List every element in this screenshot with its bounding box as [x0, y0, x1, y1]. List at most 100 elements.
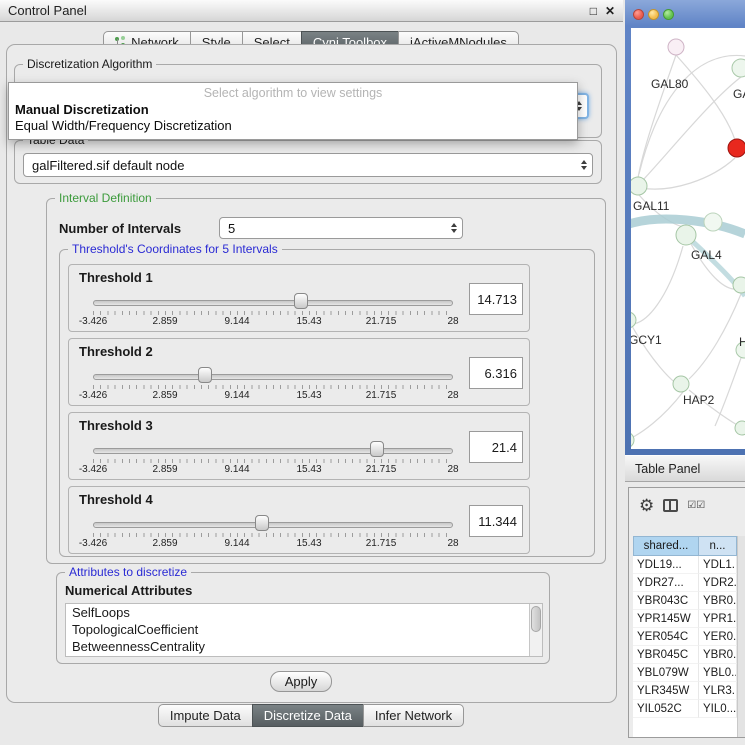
- slider-scale-label: 9.144: [224, 390, 249, 401]
- slider-scale-label: 21.715: [366, 390, 397, 401]
- minimize-traffic-icon[interactable]: [648, 9, 659, 20]
- table-scrollbar[interactable]: [737, 536, 745, 737]
- slider-thumb[interactable]: [370, 441, 384, 457]
- zoom-traffic-icon[interactable]: [663, 9, 674, 20]
- slider-ticks: [93, 385, 453, 389]
- threshold-slider[interactable]: -3.4262.8599.14415.4321.71528: [93, 413, 453, 481]
- table-cell: YBL0...: [699, 664, 737, 682]
- slider-thumb[interactable]: [255, 515, 269, 531]
- number-of-intervals-select[interactable]: 5: [219, 217, 463, 239]
- table-data-group: Table Data galFiltered.sif default node: [14, 140, 602, 184]
- tab-impute-data[interactable]: Impute Data: [158, 704, 253, 727]
- slider-scale-label: 15.43: [296, 538, 321, 549]
- network-node: [631, 312, 636, 328]
- slider-track: [93, 522, 453, 528]
- table-cell: YPR145W: [633, 610, 699, 628]
- slider-thumb[interactable]: [294, 293, 308, 309]
- threshold-box: Threshold 1-3.4262.8599.14415.4321.71528…: [68, 264, 530, 332]
- network-node-red: [728, 139, 745, 157]
- slider-thumb[interactable]: [198, 367, 212, 383]
- table-row[interactable]: YER054CYER0...: [633, 628, 737, 646]
- table-row[interactable]: YBR043CYBR0...: [633, 592, 737, 610]
- dropdown-option-manual-discretization[interactable]: Manual Discretization: [9, 102, 577, 118]
- slider-scale-label: 21.715: [366, 316, 397, 327]
- number-of-intervals-label: Number of Intervals: [59, 221, 181, 236]
- column-view-icon[interactable]: [663, 499, 678, 512]
- network-node: [733, 277, 745, 293]
- network-nodes[interactable]: [631, 39, 745, 448]
- slider-scale-label: 2.859: [152, 538, 177, 549]
- network-node: [735, 421, 745, 435]
- slider-scale-label: 15.43: [296, 464, 321, 475]
- window-controls: □ ✕: [590, 0, 615, 22]
- threshold-value-field[interactable]: 21.4: [469, 431, 523, 463]
- threshold-value-field[interactable]: 14.713: [469, 283, 523, 315]
- table-row[interactable]: YLR345WYLR3...: [633, 682, 737, 700]
- threshold-value-field[interactable]: 6.316: [469, 357, 523, 389]
- slider-scale-label: 9.144: [224, 538, 249, 549]
- slider-scale-label: 21.715: [366, 464, 397, 475]
- apply-button[interactable]: Apply: [270, 671, 332, 692]
- numerical-attributes-list[interactable]: SelfLoopsTopologicalCoefficientBetweenne…: [65, 603, 543, 657]
- slider-scale-label: 2.859: [152, 316, 177, 327]
- table-cell: YER054C: [633, 628, 699, 646]
- float-window-icon[interactable]: □: [590, 1, 597, 22]
- table-header-shared-name[interactable]: shared...: [633, 536, 699, 556]
- table-panel-window: ⚙ ☑☑ shared... n... YDL19...YDL1...YDR27…: [628, 487, 745, 738]
- number-of-intervals-value: 5: [228, 221, 235, 236]
- list-scrollbar-thumb[interactable]: [531, 606, 541, 632]
- table-row[interactable]: YPR145WYPR1...: [633, 610, 737, 628]
- table-cell: YBR043C: [633, 592, 699, 610]
- tab-label: Discretize Data: [264, 708, 352, 723]
- network-node: [673, 376, 689, 392]
- table-header-row: shared... n...: [633, 536, 737, 556]
- slider-ticks: [93, 311, 453, 315]
- window-title: Control Panel: [8, 3, 87, 18]
- attributes-group: Attributes to discretize Numerical Attri…: [56, 572, 550, 664]
- slider-scale-label: 15.43: [296, 390, 321, 401]
- slider-ticks: [93, 459, 453, 463]
- slider-scale-label: -3.426: [79, 464, 107, 475]
- table-cell: YBL079W: [633, 664, 699, 682]
- threshold-value-field[interactable]: 11.344: [469, 505, 523, 537]
- network-view-window: GAL80 GAL11 GAL4 GCY1 HAP2 GA H: [625, 0, 745, 455]
- gear-icon[interactable]: ⚙: [639, 497, 654, 514]
- close-window-icon[interactable]: ✕: [605, 1, 615, 22]
- select-columns-icon[interactable]: ☑☑: [687, 500, 705, 511]
- table-row[interactable]: YDR27...YDR2...: [633, 574, 737, 592]
- table-row[interactable]: YDL19...YDL1...: [633, 556, 737, 574]
- table-row[interactable]: YIL052CYIL0...: [633, 700, 737, 718]
- threshold-slider[interactable]: -3.4262.8599.14415.4321.71528: [93, 265, 453, 333]
- attribute-list-item[interactable]: BetweennessCentrality: [66, 638, 542, 655]
- control-panel-titlebar: Control Panel □ ✕: [0, 0, 623, 22]
- tab-infer-network[interactable]: Infer Network: [363, 704, 464, 727]
- attribute-list-item[interactable]: TopologicalCoefficient: [66, 621, 542, 638]
- slider-ticks: [93, 533, 453, 537]
- threshold-box: Threshold 3-3.4262.8599.14415.4321.71528…: [68, 412, 530, 480]
- tab-discretize-data[interactable]: Discretize Data: [252, 704, 364, 727]
- table-header-name[interactable]: n...: [699, 536, 737, 556]
- network-node: [631, 432, 634, 448]
- dropdown-option-equal-width-frequency[interactable]: Equal Width/Frequency Discretization: [9, 118, 577, 134]
- table-cell: YER0...: [699, 628, 737, 646]
- list-scrollbar[interactable]: [529, 604, 542, 656]
- table-data-select[interactable]: galFiltered.sif default node: [23, 153, 593, 177]
- slider-scale: -3.4262.8599.14415.4321.71528: [93, 390, 453, 402]
- slider-scale-label: 2.859: [152, 464, 177, 475]
- node-label-gal80: GAL80: [651, 77, 689, 91]
- threshold-slider[interactable]: -3.4262.8599.14415.4321.71528: [93, 487, 453, 555]
- threshold-slider[interactable]: -3.4262.8599.14415.4321.71528: [93, 339, 453, 407]
- network-node: [668, 39, 684, 55]
- table-cell: YBR045C: [633, 646, 699, 664]
- table-row[interactable]: YBR045CYBR0...: [633, 646, 737, 664]
- table-row[interactable]: YBL079WYBL0...: [633, 664, 737, 682]
- dropdown-prompt: Select algorithm to view settings: [9, 85, 577, 102]
- algorithm-dropdown-popup: Select algorithm to view settings Manual…: [8, 82, 578, 140]
- node-table: shared... n... YDL19...YDL1...YDR27...YD…: [633, 536, 737, 737]
- table-cell: YDL19...: [633, 556, 699, 574]
- close-traffic-icon[interactable]: [633, 9, 644, 20]
- tab-label: Impute Data: [170, 708, 241, 723]
- slider-track: [93, 300, 453, 306]
- network-canvas[interactable]: GAL80 GAL11 GAL4 GCY1 HAP2 GA H: [631, 28, 745, 449]
- attribute-list-item[interactable]: SelfLoops: [66, 604, 542, 621]
